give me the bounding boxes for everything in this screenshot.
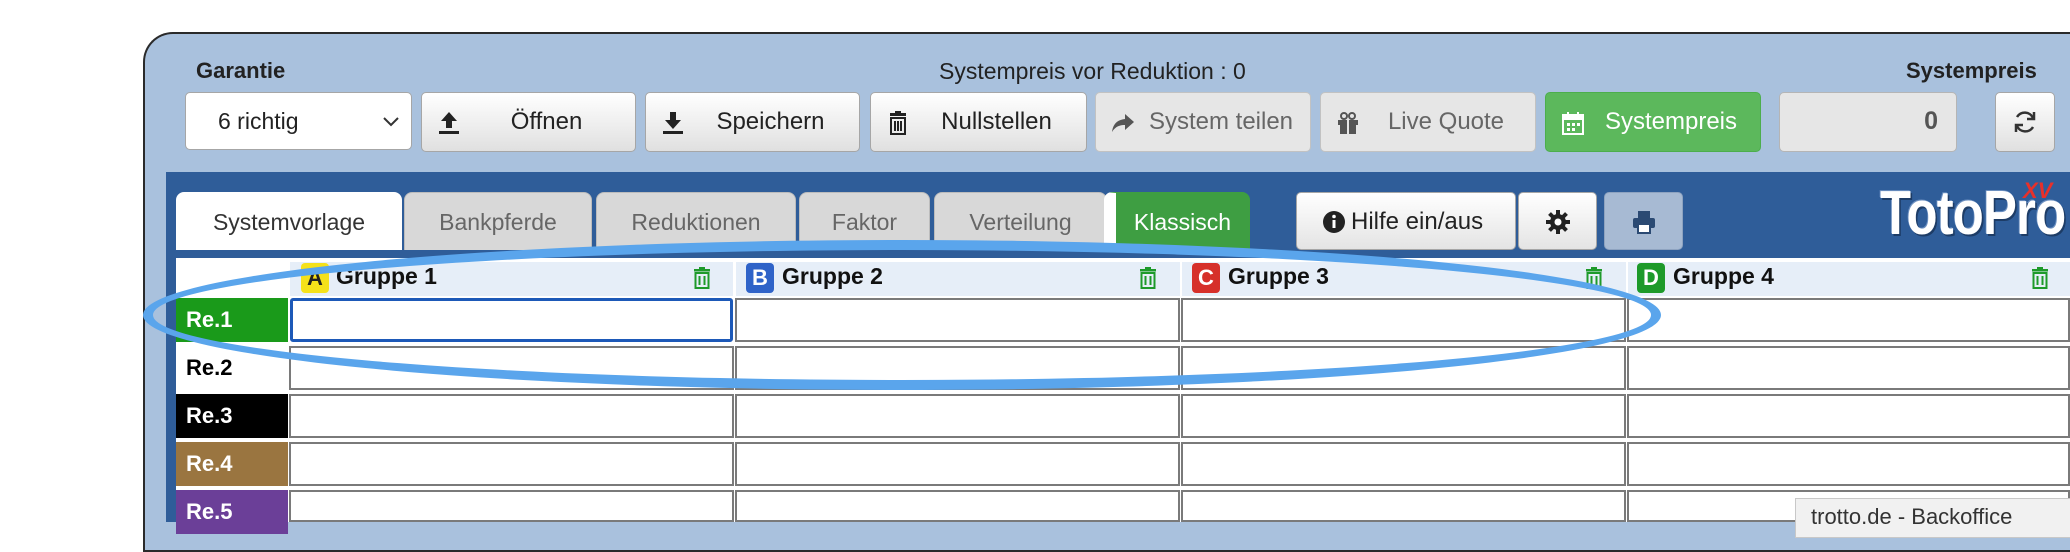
live-quote-button[interactable]: Live Quote <box>1320 92 1536 152</box>
tab-systemvorlage[interactable]: Systemvorlage <box>176 192 402 250</box>
cell-re3-group3[interactable] <box>1181 394 1626 438</box>
cell-re2-group3[interactable] <box>1181 346 1626 390</box>
save-button[interactable]: Speichern <box>645 92 860 152</box>
group-4-delete-icon[interactable] <box>2030 266 2050 290</box>
cell-re2-group1[interactable] <box>289 346 734 390</box>
group-badge-d: D <box>1637 263 1665 293</box>
systempreis-button-label: Systempreis <box>1604 108 1738 135</box>
cell-re1-group3[interactable] <box>1181 298 1626 342</box>
cell-re1-group1[interactable] <box>290 298 733 342</box>
cell-re5-group1[interactable] <box>289 490 734 522</box>
group-3-delete-icon[interactable] <box>1584 266 1604 290</box>
help-toggle-button[interactable]: Hilfe ein/aus <box>1296 192 1516 250</box>
systempreis-button[interactable]: Systempreis <box>1545 92 1761 152</box>
refresh-icon <box>2014 111 2036 133</box>
row-label-re4: Re.4 <box>176 442 288 486</box>
reset-button[interactable]: Nullstellen <box>870 92 1087 152</box>
open-button[interactable]: Öffnen <box>421 92 636 152</box>
group-badge-b: B <box>746 263 774 293</box>
share-system-button[interactable]: System teilen <box>1095 92 1311 152</box>
garantie-select[interactable]: 6 richtig <box>185 92 412 150</box>
garantie-select-value: 6 richtig <box>218 108 299 134</box>
reset-button-label: Nullstellen <box>941 108 1052 135</box>
cell-re3-group4[interactable] <box>1627 394 2070 438</box>
share-system-button-label: System teilen <box>1148 108 1294 135</box>
info-icon <box>1323 211 1345 233</box>
cell-re4-group2[interactable] <box>735 442 1180 486</box>
cell-re3-group2[interactable] <box>735 394 1180 438</box>
group-badge-a: A <box>301 263 329 293</box>
chevron-down-icon <box>383 117 399 127</box>
gear-icon <box>1546 210 1570 234</box>
tab-klassisch[interactable]: Klassisch <box>1104 192 1250 250</box>
row-label-re3: Re.3 <box>176 394 288 438</box>
group-title-3: Gruppe 3 <box>1228 263 1329 289</box>
totopro-logo-suffix: XV <box>2023 178 2053 203</box>
settings-button[interactable] <box>1518 192 1597 250</box>
printer-icon <box>1633 211 1655 234</box>
systempreis-vor-reduktion: Systempreis vor Reduktion : 0 <box>939 58 1246 84</box>
cell-re5-group3[interactable] <box>1181 490 1626 522</box>
cell-re4-group3[interactable] <box>1181 442 1626 486</box>
cell-re4-group1[interactable] <box>289 442 734 486</box>
garantie-label: Garantie <box>196 58 286 83</box>
print-button[interactable] <box>1604 192 1683 250</box>
group-badge-c: C <box>1192 263 1220 293</box>
cell-re4-group4[interactable] <box>1627 442 2070 486</box>
systempreis-input[interactable]: 0 <box>1779 92 1957 152</box>
help-toggle-label: Hilfe ein/aus <box>1351 208 1484 235</box>
row-label-re2: Re.2 <box>176 346 288 390</box>
refresh-button[interactable] <box>1995 92 2055 152</box>
cell-re3-group1[interactable] <box>289 394 734 438</box>
save-button-label: Speichern <box>716 108 825 135</box>
live-quote-button-label: Live Quote <box>1387 108 1505 135</box>
cell-re2-group2[interactable] <box>735 346 1180 390</box>
group-title-1: Gruppe 1 <box>336 263 437 289</box>
group-title-2: Gruppe 2 <box>782 263 883 289</box>
tab-verteilung[interactable]: Verteilung <box>934 192 1107 250</box>
open-button-label: Öffnen <box>510 108 583 135</box>
tab-reduktionen[interactable]: Reduktionen <box>596 192 796 250</box>
row-label-re5: Re.5 <box>176 490 288 534</box>
row-label-re1: Re.1 <box>176 298 288 342</box>
systempreis-label: Systempreis <box>1906 58 2037 83</box>
cell-re1-group2[interactable] <box>735 298 1180 342</box>
cell-re1-group4[interactable] <box>1627 298 2070 342</box>
tooltip: trotto.de - Backoffice <box>1795 498 2070 538</box>
tab-bankpferde[interactable]: Bankpferde <box>404 192 592 250</box>
cell-re5-group2[interactable] <box>735 490 1180 522</box>
cell-re2-group4[interactable] <box>1627 346 2070 390</box>
tab-faktor[interactable]: Faktor <box>799 192 930 250</box>
group-1-delete-icon[interactable] <box>692 266 712 290</box>
group-2-delete-icon[interactable] <box>1138 266 1158 290</box>
group-title-4: Gruppe 4 <box>1673 263 1774 289</box>
